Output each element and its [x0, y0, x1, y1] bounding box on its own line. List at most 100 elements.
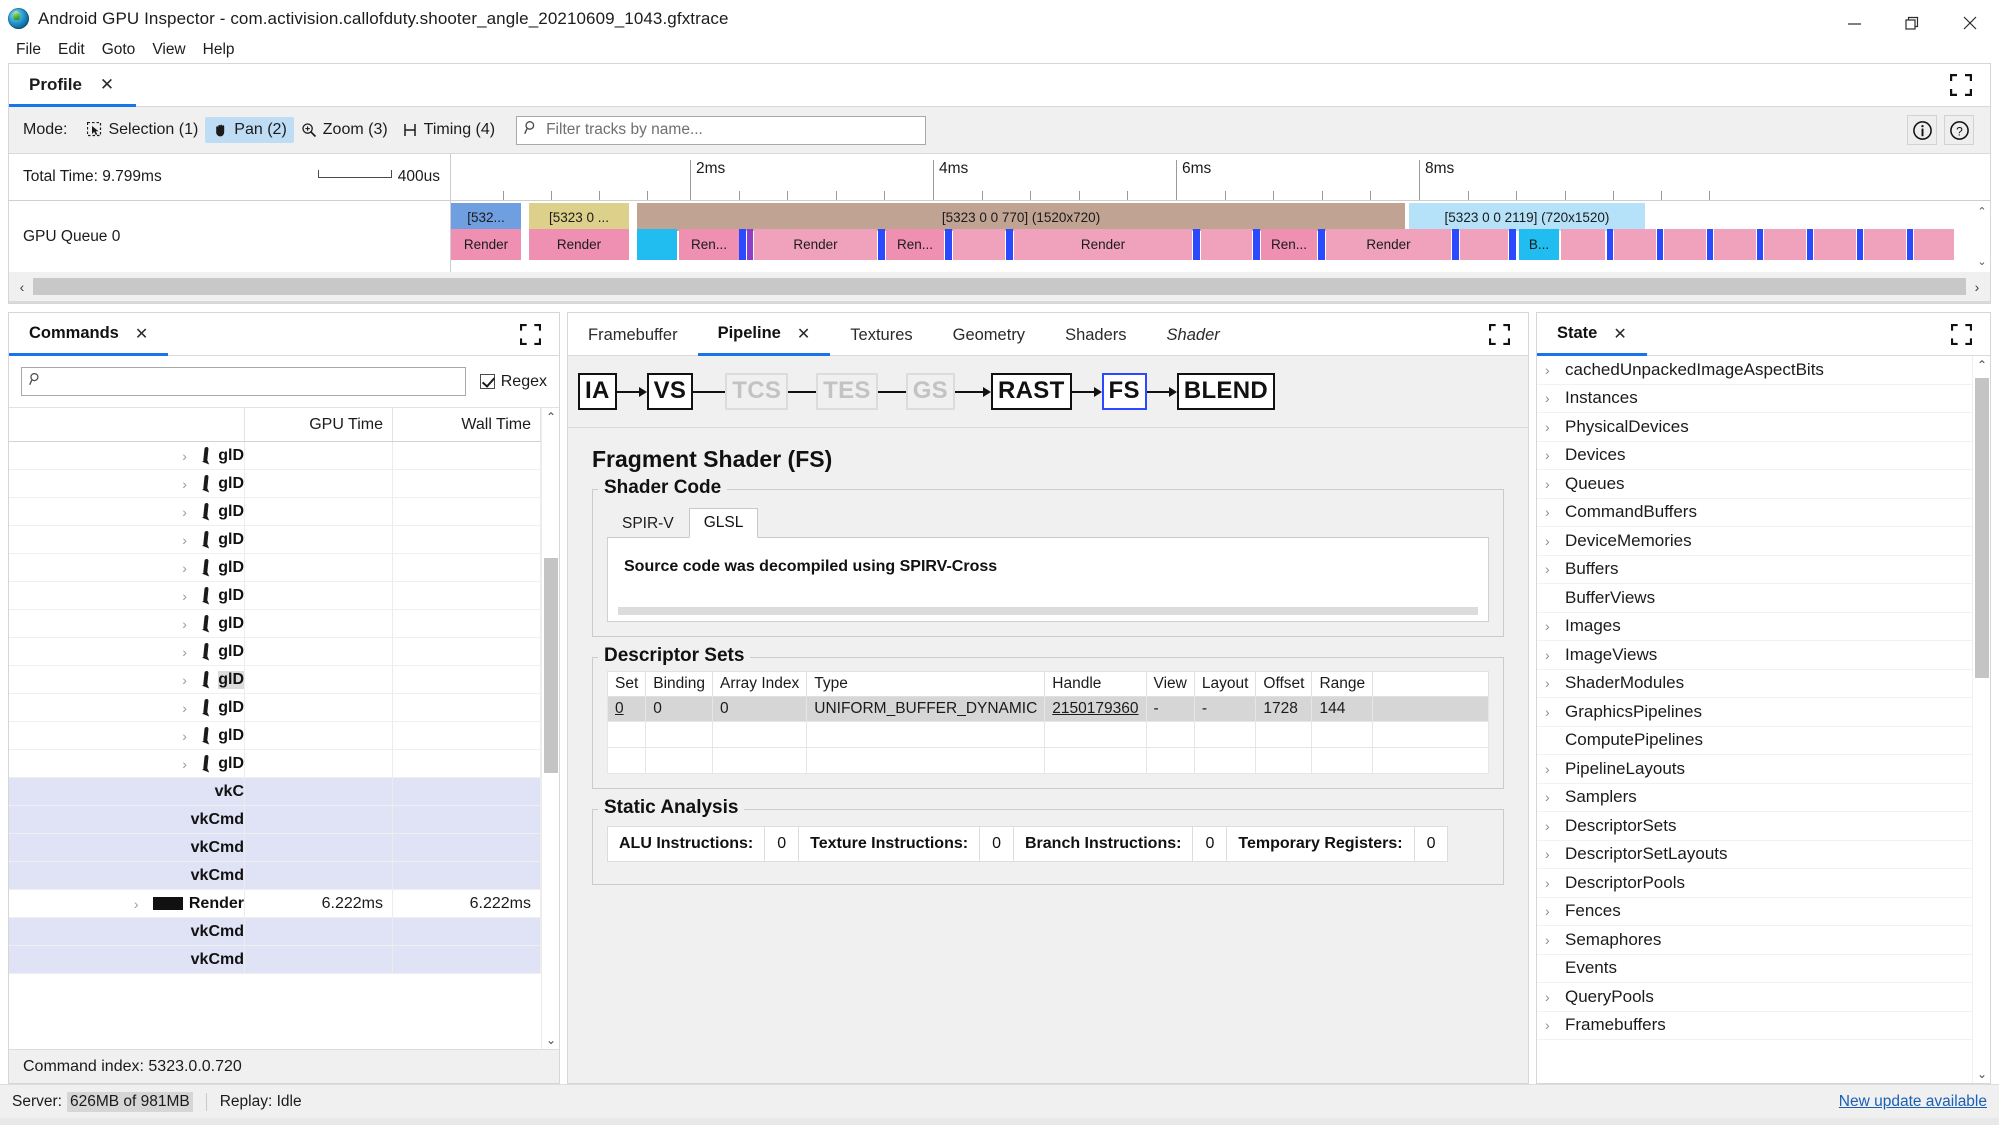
chevron-right-icon[interactable]: › [1545, 761, 1557, 777]
tab-shader[interactable]: Shader [1147, 314, 1240, 356]
table-row[interactable]: › glD [9, 666, 541, 694]
subpass-segment[interactable]: Render [529, 229, 629, 260]
table-row[interactable]: › glD [9, 638, 541, 666]
subpass-segment-begin[interactable]: B... [1519, 229, 1559, 260]
subpass-marker[interactable] [1452, 229, 1459, 260]
col-view[interactable]: View [1145, 671, 1195, 697]
table-row[interactable]: › glD [9, 750, 541, 778]
chevron-right-icon[interactable]: › [182, 476, 195, 492]
col-type[interactable]: Type [806, 671, 1046, 697]
subpass-marker[interactable] [1318, 229, 1325, 260]
column-wall-time[interactable]: Wall Time [393, 408, 541, 441]
commands-search-field[interactable] [21, 367, 466, 396]
chevron-right-icon[interactable]: › [182, 756, 195, 772]
subpass-marker[interactable] [739, 229, 746, 260]
scroll-right-icon[interactable]: › [1966, 279, 1988, 295]
state-tree-item[interactable]: › Buffers [1537, 556, 1972, 584]
state-tree-item[interactable]: › Samplers [1537, 784, 1972, 812]
pipeline-stage-tes[interactable]: TES [816, 372, 878, 411]
table-row[interactable]: vkCmd [9, 918, 541, 946]
table-row[interactable]: vkCmd [9, 862, 541, 890]
commands-rows[interactable]: › glD › glD › glD › glD › glD › glD › glD › glD › glD › glD… [9, 442, 541, 1049]
shader-code-area[interactable]: Source code was decompiled using SPIRV-C… [607, 538, 1489, 622]
subpass-marker[interactable] [1907, 229, 1913, 260]
subpass-marker[interactable] [1607, 229, 1613, 260]
state-tree-item[interactable]: ComputePipelines [1537, 727, 1972, 755]
pipeline-stage-rast[interactable]: RAST [991, 372, 1072, 411]
subpass-segment[interactable]: Render [754, 229, 877, 260]
chevron-right-icon[interactable]: › [134, 896, 147, 912]
renderpass-block[interactable]: [532... [451, 203, 521, 231]
subpass-segment[interactable] [1764, 229, 1806, 260]
table-row[interactable]: vkC [9, 778, 541, 806]
tab-framebuffer[interactable]: Framebuffer [568, 314, 698, 356]
subpass-marker[interactable] [1193, 229, 1200, 260]
chevron-right-icon[interactable]: › [1545, 419, 1557, 435]
table-row[interactable]: › glD [9, 470, 541, 498]
commands-expand-icon[interactable] [520, 313, 559, 355]
chevron-right-icon[interactable]: › [1545, 390, 1557, 406]
tab-textures[interactable]: Textures [830, 314, 932, 356]
chevron-right-icon[interactable]: › [1545, 561, 1557, 577]
chevron-right-icon[interactable]: › [1545, 647, 1557, 663]
table-row[interactable]: › glD [9, 554, 541, 582]
chevron-right-icon[interactable]: › [1545, 903, 1557, 919]
pipeline-stage-fs[interactable]: FS [1101, 372, 1147, 411]
subpass-marker[interactable] [1657, 229, 1663, 260]
table-row[interactable]: › glD [9, 526, 541, 554]
chevron-right-icon[interactable]: › [1545, 447, 1557, 463]
help-icon[interactable]: ? [1944, 115, 1974, 145]
timeline-track-gpu-queue-0[interactable]: GPU Queue 0 [532... [5323 0 ... [5323 0 … [9, 201, 1990, 272]
pipeline-stage-ia[interactable]: IA [578, 372, 617, 411]
info-icon[interactable] [1907, 115, 1937, 145]
state-tree-item[interactable]: › DescriptorSetLayouts [1537, 841, 1972, 869]
scroll-up-icon[interactable]: ⌃ [1973, 358, 1991, 372]
col-binding[interactable]: Binding [645, 671, 713, 697]
scroll-down-icon[interactable]: ⌄ [1973, 1067, 1991, 1081]
regex-toggle[interactable]: Regex [479, 373, 547, 391]
chevron-right-icon[interactable]: › [182, 560, 195, 576]
pipeline-stage-blend[interactable]: BLEND [1176, 372, 1275, 411]
chevron-right-icon[interactable]: › [1545, 932, 1557, 948]
table-row[interactable]: › Render 6.222ms 6.222ms [9, 890, 541, 918]
chevron-right-icon[interactable]: › [1545, 675, 1557, 691]
scroll-thumb[interactable] [1975, 378, 1989, 678]
chevron-right-icon[interactable]: › [182, 616, 195, 632]
scroll-thumb[interactable] [33, 278, 1966, 295]
tab-pipeline-close-icon[interactable]: ✕ [797, 324, 810, 344]
col-range[interactable]: Range [1311, 671, 1374, 697]
tab-commands[interactable]: Commands ✕ [9, 314, 169, 356]
state-tree-item[interactable]: › Instances [1537, 385, 1972, 413]
renderpass-block[interactable]: [5323 0 ... [529, 203, 629, 231]
subpass-segment[interactable] [1914, 229, 1954, 260]
table-row[interactable]: 0 0 0 UNIFORM_BUFFER_DYNAMIC 2150179360 … [606, 696, 1489, 722]
chevron-right-icon[interactable]: › [182, 504, 195, 520]
column-gpu-time[interactable]: GPU Time [245, 408, 393, 441]
subpass-segment[interactable]: Ren... [1261, 229, 1317, 260]
col-handle[interactable]: Handle [1044, 671, 1147, 697]
table-row[interactable]: vkCmd [9, 806, 541, 834]
subpass-segment-begin[interactable] [637, 229, 677, 260]
pipeline-stage-tcs[interactable]: TCS [725, 372, 789, 411]
chevron-right-icon[interactable]: › [1545, 789, 1557, 805]
subpass-segment[interactable] [1864, 229, 1906, 260]
minimize-button[interactable] [1825, 0, 1883, 46]
state-tree-item[interactable]: › Framebuffers [1537, 1012, 1972, 1040]
tab-profile[interactable]: Profile ✕ [9, 65, 137, 107]
timeline-ruler[interactable]: 2ms 4ms 6ms 8ms [451, 154, 1990, 200]
tab-geometry[interactable]: Geometry [933, 314, 1045, 356]
subpass-segment[interactable] [1201, 229, 1252, 260]
profile-expand-icon[interactable] [1950, 64, 1990, 106]
tab-state[interactable]: State ✕ [1537, 314, 1647, 356]
chevron-right-icon[interactable]: › [1545, 533, 1557, 549]
menu-goto[interactable]: Goto [94, 39, 145, 61]
state-tree-item[interactable]: BufferViews [1537, 584, 1972, 613]
new-update-link[interactable]: New update available [1839, 1093, 1987, 1111]
subpass-marker[interactable] [747, 229, 753, 260]
subpass-segment[interactable] [1814, 229, 1856, 260]
state-tree-item[interactable]: › Fences [1537, 898, 1972, 926]
menu-edit[interactable]: Edit [50, 39, 94, 61]
regex-checkbox[interactable] [479, 374, 495, 389]
mode-timing-button[interactable]: Timing (4) [395, 117, 502, 143]
menu-file[interactable]: File [8, 39, 50, 61]
